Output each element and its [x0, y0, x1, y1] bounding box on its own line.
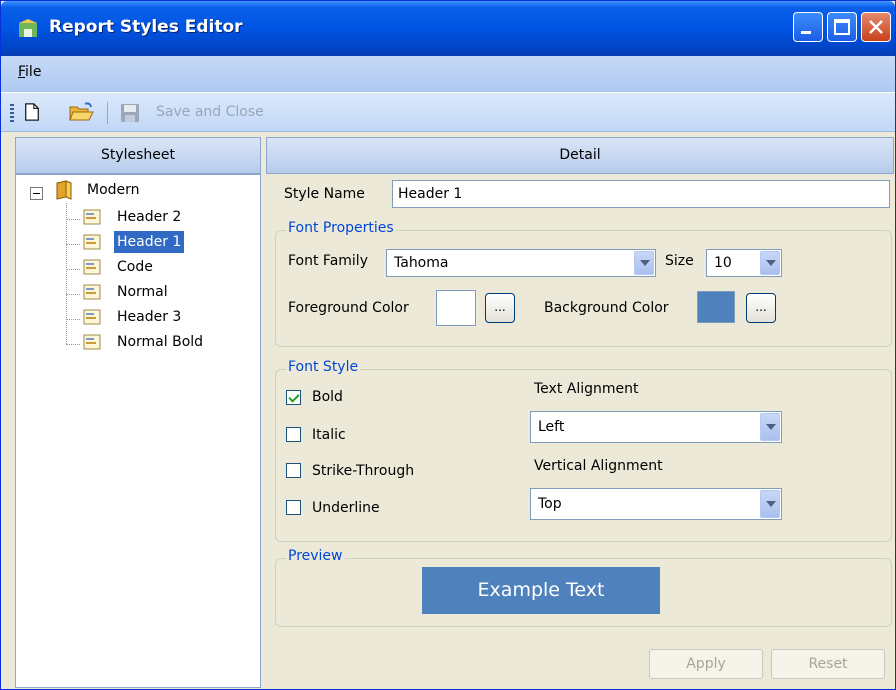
close-button[interactable]: [861, 12, 891, 42]
save-and-close-button[interactable]: Save and Close: [156, 104, 264, 120]
chevron-down-icon[interactable]: [760, 490, 780, 518]
foreground-color-button[interactable]: ...: [485, 293, 515, 323]
bold-label: Bold: [312, 389, 343, 405]
open-folder-icon[interactable]: [67, 101, 95, 123]
bold-checkbox[interactable]: [286, 390, 301, 405]
strike-through-checkbox[interactable]: [286, 463, 301, 478]
menu-bar: File: [1, 56, 895, 92]
new-file-icon[interactable]: [23, 101, 41, 123]
title-bar[interactable]: Report Styles Editor: [1, 1, 895, 56]
preview-title: Preview: [286, 548, 345, 564]
tree-item-header-3[interactable]: Header 3: [114, 306, 184, 328]
underline-checkbox[interactable]: [286, 500, 301, 515]
detail-panel-header: Detail: [266, 137, 894, 174]
style-icon: [83, 309, 101, 325]
reset-button[interactable]: Reset: [771, 649, 885, 679]
tree-item-code[interactable]: Code: [114, 256, 156, 278]
toolbar-grip[interactable]: [10, 104, 14, 122]
strike-through-label: Strike-Through: [312, 463, 415, 479]
background-color-swatch: [697, 291, 735, 323]
vertical-alignment-value: Top: [538, 496, 562, 512]
app-icon: [19, 19, 37, 37]
font-size-value: 10: [714, 255, 732, 271]
font-properties-group: [275, 230, 892, 347]
stylesheet-panel-header: Stylesheet: [15, 137, 261, 174]
style-icon: [83, 284, 101, 300]
tree-item-header-2[interactable]: Header 2: [114, 206, 184, 228]
style-icon: [83, 209, 101, 225]
chevron-down-icon[interactable]: [634, 251, 654, 275]
tree-item-header-1[interactable]: Header 1: [114, 231, 185, 253]
vertical-alignment-select[interactable]: Top: [530, 488, 782, 520]
chevron-down-icon[interactable]: [760, 251, 780, 275]
preview-sample: Example Text: [422, 567, 660, 614]
apply-button[interactable]: Apply: [649, 649, 763, 679]
tree-connector: [66, 244, 80, 245]
style-icon: [83, 259, 101, 275]
font-style-title: Font Style: [286, 359, 361, 375]
window-title: Report Styles Editor: [49, 17, 243, 37]
chevron-down-icon[interactable]: [760, 413, 780, 441]
tree-connector: [66, 294, 80, 295]
style-icon: [83, 334, 101, 350]
tree-connector: [66, 219, 80, 220]
background-color-button[interactable]: ...: [746, 293, 776, 323]
tree-connector: [66, 319, 80, 320]
tree-connector: [66, 203, 67, 344]
minimize-icon: [801, 31, 811, 34]
save-icon: [121, 104, 139, 122]
vertical-alignment-label: Vertical Alignment: [534, 458, 663, 474]
tree-item-normal[interactable]: Normal: [114, 281, 171, 303]
menu-file[interactable]: File: [18, 64, 41, 80]
stylesheet-tree[interactable]: Modern Header 2 Header 1 Code Normal Hea…: [15, 174, 261, 688]
style-icon: [83, 234, 101, 250]
italic-label: Italic: [312, 427, 346, 443]
maximize-icon: [834, 19, 850, 35]
report-styles-editor-window: Report Styles Editor File Save and Close…: [0, 0, 896, 690]
tree-connector: [66, 269, 80, 270]
text-alignment-select[interactable]: Left: [530, 411, 782, 443]
text-alignment-label: Text Alignment: [534, 381, 639, 397]
toolbar-separator: [107, 102, 108, 124]
font-family-select[interactable]: Tahoma: [386, 249, 656, 277]
close-icon: [869, 20, 883, 34]
font-properties-title: Font Properties: [286, 220, 396, 236]
tree-item-normal-bold[interactable]: Normal Bold: [114, 331, 206, 353]
tree-connector: [66, 344, 80, 345]
stylesheet-book-icon: [56, 180, 72, 200]
collapse-toggle-icon[interactable]: [30, 187, 43, 200]
toolbar: Save and Close: [1, 92, 895, 132]
size-label: Size: [665, 253, 694, 269]
style-name-input[interactable]: Header 1: [392, 180, 890, 208]
underline-label: Underline: [312, 500, 380, 516]
style-name-label: Style Name: [284, 186, 365, 202]
font-family-value: Tahoma: [394, 255, 449, 271]
font-size-select[interactable]: 10: [706, 249, 782, 277]
tree-root-modern[interactable]: Modern: [84, 179, 143, 201]
background-color-label: Background Color: [544, 300, 669, 316]
minimize-button[interactable]: [793, 12, 823, 42]
foreground-color-label: Foreground Color: [288, 300, 409, 316]
maximize-button[interactable]: [827, 12, 857, 42]
font-family-label: Font Family: [288, 253, 368, 269]
text-alignment-value: Left: [538, 419, 565, 435]
foreground-color-swatch: [436, 290, 476, 326]
italic-checkbox[interactable]: [286, 427, 301, 442]
